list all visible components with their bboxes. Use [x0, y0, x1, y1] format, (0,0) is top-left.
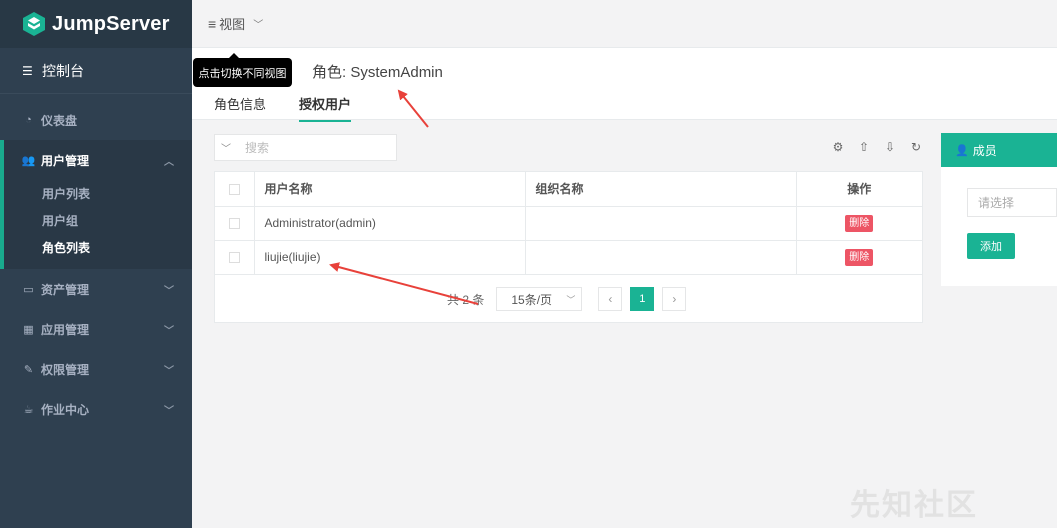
user-table-card: ﹀ ⚙ ⇧ ⇩ ↻ 用户名称 组织名称 操作 Administrator(adm… [214, 130, 923, 323]
view-switch-button[interactable]: ≡ 视图 ﹀ [208, 14, 263, 33]
coffee-icon: ☕ [23, 403, 34, 416]
sidebar-item-dashboard[interactable]: ◔ 仪表盘 [0, 100, 192, 140]
sidebar-item-label: 作业中心 [41, 402, 90, 417]
sidebar-group-user-management: 👥 用户管理 ︿ 用户列表 用户组 角色列表 [0, 140, 192, 269]
member-select[interactable]: 请选择 [967, 188, 1057, 217]
console-label: 控制台 [42, 62, 84, 79]
chevron-down-icon: ﹀ [253, 20, 264, 31]
column-header-action: 操作 [796, 172, 922, 207]
sidebar-item-job-center[interactable]: ☕ 作业中心 ﹀ [0, 389, 192, 429]
chevron-down-icon: ﹀ [164, 285, 174, 297]
member-panel-header: 👤 成员 [941, 133, 1057, 167]
user-table: 用户名称 组织名称 操作 Administrator(admin) 删除 liu… [214, 171, 923, 323]
prev-page-button[interactable]: ‹ [598, 287, 623, 311]
row-checkbox[interactable] [228, 252, 240, 264]
inbox-icon: ▭ [23, 283, 34, 296]
edit-icon: ✎ [23, 363, 34, 376]
page-header: 角色: SystemAdmin 角色信息 授权用户 [192, 48, 1057, 122]
sidebar-item-app-management[interactable]: ▦ 应用管理 ﹀ [0, 309, 192, 349]
chevron-down-icon: ﹀ [566, 294, 576, 305]
table-toolbar: ⚙ ⇧ ⇩ ↻ [831, 140, 923, 154]
sidebar-nav: ◔ 仪表盘 👥 用户管理 ︿ 用户列表 用户组 角色列表 ▭ 资产管理 ﹀ ▦ … [0, 100, 192, 429]
upload-icon[interactable]: ⇧ [857, 140, 871, 154]
sidebar-item-label: 权限管理 [41, 362, 90, 377]
refresh-icon[interactable]: ↻ [909, 140, 923, 154]
user-name-cell: Administrator(admin) [254, 206, 526, 241]
sidebar-subitem-user-list[interactable]: 用户列表 [4, 180, 192, 207]
org-name-cell [525, 206, 797, 241]
tab-authorized-users[interactable]: 授权用户 [299, 94, 352, 122]
select-all-cell [215, 172, 255, 207]
chevron-up-icon: ︿ [164, 156, 174, 168]
add-member-button[interactable]: 添加 [967, 233, 1015, 259]
view-tooltip: 点击切换不同视图 [193, 53, 292, 87]
table-row: Administrator(admin) 删除 [215, 206, 922, 241]
tab-bar: 角色信息 授权用户 [214, 94, 384, 122]
brand-name: JumpServer [52, 12, 170, 35]
action-cell: 删除 [796, 240, 922, 275]
dashboard-icon: ◔ [25, 114, 32, 126]
action-cell: 删除 [796, 206, 922, 241]
column-header-org[interactable]: 组织名称 [525, 172, 797, 207]
user-name-cell: liujie(liujie) [254, 240, 526, 275]
sidebar-item-user-management[interactable]: 👥 用户管理 ︿ [4, 140, 192, 180]
console-switch[interactable]: ☰ 控制台 [0, 48, 192, 94]
next-page-button[interactable]: › [662, 287, 687, 311]
row-select-cell [215, 206, 255, 241]
delete-button[interactable]: 删除 [845, 214, 874, 232]
select-all-checkbox[interactable] [228, 184, 240, 196]
top-bar: ≡ 视图 ﹀ [192, 0, 1057, 48]
sidebar-subitem-role-list[interactable]: 角色列表 [4, 234, 192, 261]
chevron-down-icon: ﹀ [164, 405, 174, 417]
sidebar-item-label: 用户管理 [41, 153, 90, 168]
page-number-button[interactable]: 1 [630, 287, 655, 311]
users-icon: 👥 [21, 154, 36, 167]
watermark: 先知社区 [850, 489, 978, 522]
sidebar-item-label: 资产管理 [41, 282, 90, 297]
tab-role-info[interactable]: 角色信息 [214, 94, 266, 122]
chevron-down-icon[interactable]: ﹀ [215, 140, 237, 155]
delete-button[interactable]: 删除 [845, 248, 874, 266]
org-name-cell [525, 240, 797, 275]
member-panel-title: 成员 [972, 143, 997, 158]
page-size-value: 15条/页 [511, 292, 553, 307]
row-checkbox[interactable] [228, 218, 240, 230]
sidebar-item-label: 仪表盘 [41, 113, 78, 128]
gear-icon[interactable]: ⚙ [831, 140, 845, 154]
menu-icon: ≡ [208, 15, 217, 32]
view-label: 视图 [219, 17, 246, 32]
table-header-row: 用户名称 组织名称 操作 [215, 172, 922, 207]
sidebar-item-permission-management[interactable]: ✎ 权限管理 ﹀ [0, 349, 192, 389]
sidebar: JumpServer ☰ 控制台 ◔ 仪表盘 👥 用户管理 ︿ 用户列表 用户组… [0, 0, 192, 528]
search-input[interactable] [245, 140, 385, 155]
page-size-select[interactable]: 15条/页 ﹀ [496, 287, 583, 311]
sidebar-subitem-user-group[interactable]: 用户组 [4, 207, 192, 234]
table-row: liujie(liujie) 删除 [215, 240, 922, 275]
sidebar-item-asset-management[interactable]: ▭ 资产管理 ﹀ [0, 269, 192, 309]
sidebar-item-label: 应用管理 [41, 322, 90, 337]
jumpserver-logo-icon [23, 12, 45, 36]
sliders-icon: ☰ [22, 63, 33, 78]
download-icon[interactable]: ⇩ [883, 140, 897, 154]
member-panel: 👤 成员 请选择 添加 [941, 133, 1057, 286]
search-box[interactable]: ﹀ [214, 134, 397, 161]
page-title: 角色: SystemAdmin [312, 64, 443, 81]
pagination: 共 2 条 15条/页 ﹀ ‹ 1 › [447, 287, 694, 311]
user-icon: 👤 [955, 144, 969, 157]
column-header-user[interactable]: 用户名称 [254, 172, 526, 207]
logo[interactable]: JumpServer [0, 0, 192, 48]
sidebar-submenu: 用户列表 用户组 角色列表 [4, 180, 192, 269]
grid-icon: ▦ [23, 323, 34, 336]
row-select-cell [215, 240, 255, 275]
chevron-down-icon: ﹀ [164, 365, 174, 377]
total-count: 共 2 条 [447, 292, 485, 307]
chevron-down-icon: ﹀ [164, 325, 174, 337]
